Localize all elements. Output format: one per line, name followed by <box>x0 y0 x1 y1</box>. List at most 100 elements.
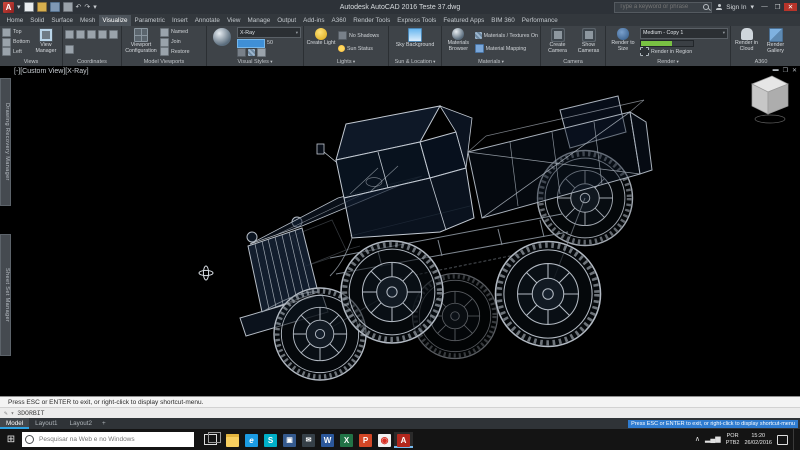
restore-viewports-button[interactable]: Restore <box>160 47 190 56</box>
undo-icon[interactable]: ↶ <box>76 4 82 11</box>
render-in-region-button[interactable]: Render in Region <box>640 47 728 56</box>
viewcube-compass[interactable] <box>755 115 785 123</box>
panel-label-coordinates[interactable]: Coordinates <box>63 58 121 66</box>
ucs-icon[interactable] <box>65 45 74 54</box>
drawing-restore-icon[interactable]: ❐ <box>783 67 788 74</box>
ribbon-tab-render-tools[interactable]: Render Tools <box>350 15 394 26</box>
ribbon-tab-addins[interactable]: Add-ins <box>300 15 328 26</box>
restore-button[interactable]: ❐ <box>771 3 784 11</box>
plot-icon[interactable] <box>63 2 73 12</box>
create-camera-button[interactable]: Create Camera <box>543 27 572 57</box>
materials-textures-toggle[interactable]: Materials / Textures On <box>475 31 538 40</box>
open-file-icon[interactable] <box>37 2 47 12</box>
model-viewport[interactable]: [-][Custom View][X-Ray] ▬ ❐ ✕ Drawing Re… <box>0 66 800 396</box>
ribbon-tab-parametric[interactable]: Parametric <box>131 15 168 26</box>
edge-effects-icon[interactable] <box>248 49 255 56</box>
excel-button[interactable]: X <box>337 432 356 448</box>
show-desktop-button[interactable] <box>793 429 797 450</box>
render-gallery-button[interactable]: Render Gallery <box>762 27 789 57</box>
opacity-slider[interactable] <box>237 39 265 48</box>
mail-button[interactable]: ✉ <box>299 432 318 448</box>
named-viewports-button[interactable]: Named <box>160 28 190 37</box>
panel-label-views[interactable]: Views <box>0 58 62 66</box>
render-in-cloud-button[interactable]: Render in Cloud <box>733 27 760 57</box>
viewcube[interactable] <box>752 76 788 123</box>
minimize-button[interactable]: — <box>758 3 771 11</box>
sky-background-button[interactable]: Sky Background <box>394 27 436 57</box>
ribbon-tab-visualize[interactable]: Visualize <box>99 15 131 26</box>
close-button[interactable]: ✕ <box>784 3 797 11</box>
help-search-box[interactable] <box>614 2 712 13</box>
materials-browser-button[interactable]: Materials Browser <box>444 27 473 57</box>
qat-dropdown-icon[interactable]: ▾ <box>93 4 97 11</box>
palette-tab-sheet-set[interactable]: Sheet Set Manager <box>0 234 11 356</box>
viewport-controls-label[interactable]: [-][Custom View][X-Ray] <box>14 68 89 75</box>
store-button[interactable]: S <box>261 432 280 448</box>
ucs-icon[interactable] <box>98 30 107 39</box>
ribbon-tab-manage[interactable]: Manage <box>244 15 274 26</box>
clock[interactable]: 15:20 26/02/2016 <box>744 433 772 446</box>
visual-style-gallery[interactable] <box>209 27 235 57</box>
ribbon-tab-view[interactable]: View <box>223 15 244 26</box>
wheel[interactable] <box>341 241 443 343</box>
ribbon-tab-express-tools[interactable]: Express Tools <box>394 15 440 26</box>
ribbon-tab-output[interactable]: Output <box>274 15 300 26</box>
join-viewports-button[interactable]: Join <box>160 38 190 47</box>
ribbon-tab-bim360[interactable]: BIM 360 <box>488 15 518 26</box>
sun-status-toggle[interactable]: Sun Status <box>338 44 379 53</box>
search-icon[interactable] <box>703 4 709 10</box>
chrome-button[interactable]: ◉ <box>375 432 394 448</box>
wireframe-truck-canvas[interactable] <box>0 66 800 396</box>
network-icon[interactable]: ▂▄▆ <box>705 436 721 443</box>
add-layout-button[interactable]: + <box>98 418 110 429</box>
app-menu-arrow-icon[interactable]: ▾ <box>17 4 21 11</box>
ribbon-tab-solid[interactable]: Solid <box>27 15 48 26</box>
render-quality-meter[interactable] <box>640 40 694 47</box>
sign-in-button[interactable]: Sign In <box>726 4 746 11</box>
autocad-taskbar-button[interactable]: A <box>394 432 413 448</box>
view-left-button[interactable]: Left <box>2 47 30 56</box>
wheel[interactable] <box>496 242 601 347</box>
palette-tab-drawing-recovery[interactable]: Drawing Recovery Manager <box>0 78 11 206</box>
new-file-icon[interactable] <box>24 2 34 12</box>
start-button[interactable]: ⊞ <box>0 434 22 445</box>
save-icon[interactable] <box>50 2 60 12</box>
render-preset-dropdown[interactable]: Medium - Copy 1 <box>640 28 728 39</box>
ribbon-tab-featured-apps[interactable]: Featured Apps <box>440 15 488 26</box>
show-cameras-button[interactable]: Show Cameras <box>574 27 603 57</box>
tab-layout1[interactable]: Layout1 <box>29 418 63 429</box>
panel-label-visual-styles[interactable]: Visual Styles <box>207 58 303 66</box>
drawing-close-icon[interactable]: ✕ <box>792 67 797 74</box>
ucs-icon[interactable] <box>87 30 96 39</box>
ribbon-tab-annotate[interactable]: Annotate <box>191 15 223 26</box>
panel-label-a360[interactable]: A360 <box>731 58 791 66</box>
redo-icon[interactable]: ↷ <box>84 4 90 11</box>
ribbon-tab-performance[interactable]: Performance <box>518 15 561 26</box>
action-center-icon[interactable] <box>777 435 788 445</box>
view-manager-button[interactable]: View Manager <box>32 27 60 57</box>
panel-label-sun-location[interactable]: Sun & Location <box>389 58 441 66</box>
task-view-icon[interactable] <box>204 434 217 445</box>
ribbon-tab-home[interactable]: Home <box>3 15 27 26</box>
file-explorer-button[interactable] <box>223 432 242 448</box>
panel-label-render[interactable]: Render <box>606 58 730 66</box>
shadow-style-icon[interactable] <box>257 48 266 57</box>
create-light-button[interactable]: Create Light <box>306 27 336 57</box>
command-input-text[interactable]: 3DORBIT <box>17 410 44 417</box>
powerpoint-button[interactable]: P <box>356 432 375 448</box>
tray-chevron-icon[interactable]: ∧ <box>695 436 700 443</box>
view-top-button[interactable]: Top <box>2 28 30 37</box>
edge-button[interactable]: e <box>242 432 261 448</box>
signin-dropdown-icon[interactable]: ▾ <box>750 4 754 11</box>
ribbon-tab-mesh[interactable]: Mesh <box>77 15 99 26</box>
render-to-size-button[interactable]: Render to Size <box>608 27 638 57</box>
face-style-icon[interactable] <box>237 48 246 57</box>
ucs-icon[interactable] <box>76 30 85 39</box>
taskbar-search-input[interactable] <box>37 435 191 444</box>
command-dropdown-icon[interactable]: ▾ <box>11 410 15 417</box>
drawing-minimize-icon[interactable]: ▬ <box>773 67 779 74</box>
ucs-icon[interactable] <box>65 30 74 39</box>
ribbon-tab-a360[interactable]: A360 <box>328 15 350 26</box>
visual-style-dropdown[interactable]: X-Ray <box>237 27 301 38</box>
taskbar-search-box[interactable] <box>22 432 194 447</box>
